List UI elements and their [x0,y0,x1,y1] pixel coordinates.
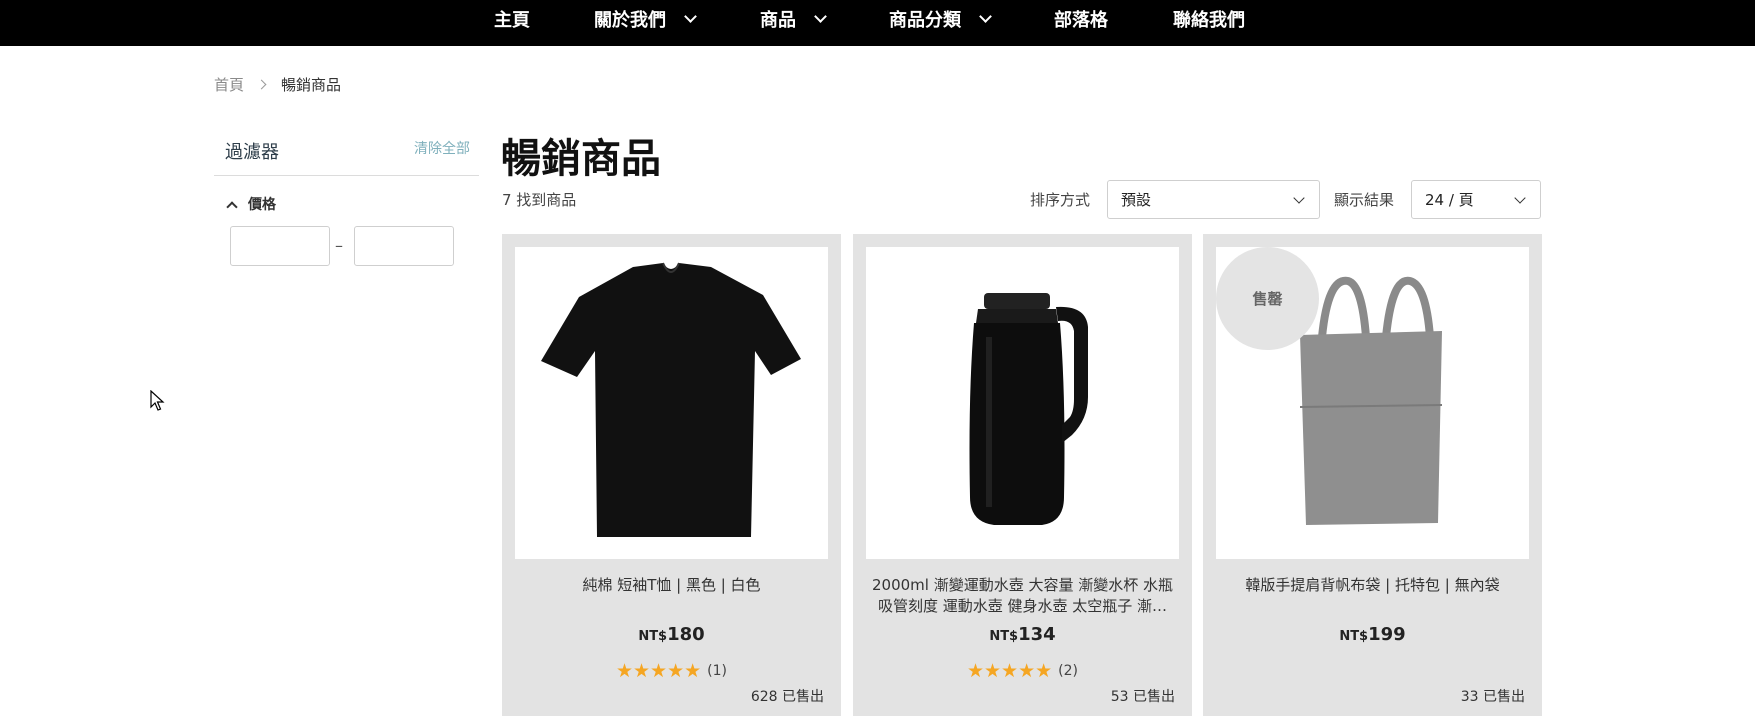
chevron-up-icon [226,201,238,213]
chevron-down-icon [1293,192,1305,204]
price-currency: NT$ [638,629,668,644]
product-name[interactable]: 2000ml 漸變運動水壺 大容量 漸變水杯 水瓶 吸管刻度 運動水壺 健身水壺… [865,575,1180,617]
price-currency: NT$ [989,629,1019,644]
price-filter-label: 價格 [248,197,276,213]
breadcrumb: 首頁 暢銷商品 [214,72,341,96]
tshirt-image [541,262,801,537]
nav-item-home[interactable]: 主頁 [494,0,530,38]
star-rating-icon: ★★★★★ [966,660,1053,682]
star-rating-icon: ★★★★★ [615,660,702,682]
nav-item-products[interactable]: 商品 [760,0,827,38]
price-value: 199 [1368,624,1406,645]
nav-item-categories[interactable]: 商品分類 [889,0,992,38]
per-page-select[interactable]: 24 / 頁 [1411,180,1541,219]
nav-item-contact[interactable]: 聯絡我們 [1173,0,1245,38]
product-name[interactable]: 韓版手提肩背帆布袋 | 托特包 | 無內袋 [1215,575,1530,596]
review-count: (2) [1058,663,1078,679]
clear-all-filters-link[interactable]: 清除全部 [414,138,470,158]
product-rating: ★★★★★ (2) [853,660,1192,682]
product-price: NT$134 [853,624,1192,645]
sort-select[interactable]: 預設 [1107,180,1320,219]
sort-label: 排序方式 [1030,191,1091,209]
chevron-right-icon [256,79,267,89]
water-bottle-image [969,293,1088,525]
sold-count: 53 已售出 [1110,689,1175,705]
nav-item-blog[interactable]: 部落格 [1054,0,1108,38]
product-image[interactable] [866,247,1179,559]
chevron-down-icon [979,10,992,23]
price-max-input[interactable] [354,226,454,266]
product-image[interactable] [515,247,828,559]
divider [214,175,479,176]
sold-count: 628 已售出 [750,689,824,705]
nav-item-about[interactable]: 關於我們 [594,0,697,38]
price-range-dash: – [335,236,343,255]
chevron-down-icon [814,10,827,23]
sold-count: 33 已售出 [1460,689,1525,705]
page-title: 暢銷商品 [501,136,661,182]
product-card[interactable]: 純棉 短袖T恤 | 黑色 | 白色 NT$180 ★★★★★ (1) 628 已… [502,234,841,716]
product-card[interactable]: 售罄 韓版手提肩背帆布袋 | 托特包 | 無內袋 NT$199 33 已售出 [1203,234,1542,716]
top-navigation: 主頁 關於我們 商品 商品分類 部落格 聯絡我們 [0,0,1755,46]
nav-item-label: 主頁 [494,10,530,31]
nav-item-label: 商品 [760,10,796,31]
price-value: 180 [667,624,705,645]
product-image[interactable]: 售罄 [1216,247,1529,559]
nav-item-label: 部落格 [1054,10,1108,31]
chevron-down-icon [684,10,697,23]
result-count: 7 找到商品 [502,191,577,209]
sold-out-badge: 售罄 [1216,247,1319,350]
nav-item-label: 商品分類 [889,10,961,31]
product-name[interactable]: 純棉 短袖T恤 | 黑色 | 白色 [514,575,829,596]
product-price: NT$199 [1203,624,1542,645]
mouse-cursor-icon [150,390,165,411]
product-price: NT$180 [502,624,841,645]
nav-item-label: 聯絡我們 [1173,10,1245,31]
nav-item-label: 關於我們 [594,10,666,31]
price-min-input[interactable] [230,226,330,266]
price-currency: NT$ [1339,629,1369,644]
per-page-label: 顯示結果 [1334,191,1395,209]
sort-select-value: 預設 [1121,191,1152,209]
per-page-select-value: 24 / 頁 [1425,191,1474,209]
review-count: (1) [707,663,727,679]
breadcrumb-current: 暢銷商品 [281,75,342,94]
product-card[interactable]: 2000ml 漸變運動水壺 大容量 漸變水杯 水瓶 吸管刻度 運動水壺 健身水壺… [853,234,1192,716]
filter-title: 過濾器 [225,142,279,163]
product-rating: ★★★★★ (1) [502,660,841,682]
price-filter-toggle[interactable]: 價格 [226,194,276,214]
chevron-down-icon [1514,192,1526,204]
price-value: 134 [1018,624,1056,645]
breadcrumb-home-link[interactable]: 首頁 [214,74,244,95]
